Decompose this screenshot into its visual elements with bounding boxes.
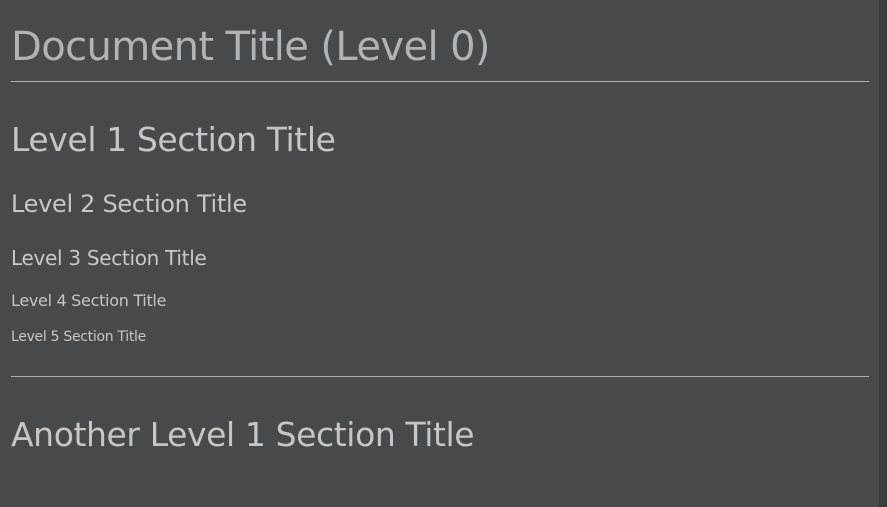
section-title-level-2: Level 2 Section Title xyxy=(11,190,247,218)
section-title-another-level-1: Another Level 1 Section Title xyxy=(11,415,475,454)
section-divider xyxy=(11,376,869,377)
section-title-level-1: Level 1 Section Title xyxy=(11,120,336,159)
title-divider xyxy=(11,81,869,82)
section-title-level-5: Level 5 Section Title xyxy=(11,329,146,345)
document-view: Document Title (Level 0) Level 1 Section… xyxy=(0,0,879,507)
vertical-scrollbar[interactable] xyxy=(879,0,887,507)
section-title-level-3: Level 3 Section Title xyxy=(11,246,207,270)
section-title-level-4: Level 4 Section Title xyxy=(11,291,167,310)
document-title: Document Title (Level 0) xyxy=(11,24,491,70)
